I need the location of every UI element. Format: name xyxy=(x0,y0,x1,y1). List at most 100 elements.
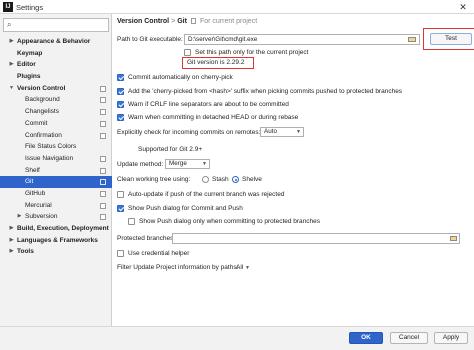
incoming-commits-select[interactable]: Auto ▼ xyxy=(260,127,304,137)
cherry-picked-suffix-checkbox[interactable] xyxy=(117,88,124,95)
sidebar-item-label: Appearance & Behavior xyxy=(17,38,91,45)
chevron-right-icon[interactable]: ▶ xyxy=(8,246,15,258)
sidebar-item-editor[interactable]: ▶ Editor xyxy=(0,59,112,71)
filter-update-dropdown[interactable]: All ▼ xyxy=(236,264,250,271)
path-label: Path to Git executable: xyxy=(117,36,183,43)
project-scope-icon xyxy=(100,120,106,127)
sidebar-item-label: Background xyxy=(25,96,60,104)
warn-crlf-label: Warn if CRLF line separators are about t… xyxy=(128,101,289,108)
test-button[interactable]: Test xyxy=(430,33,472,45)
stash-radio[interactable] xyxy=(202,176,209,183)
chevron-down-icon: ▼ xyxy=(245,265,250,271)
settings-tree: ▶ Appearance & Behavior Keymap ▶ Editor … xyxy=(0,36,112,258)
project-scope-icon xyxy=(100,97,106,104)
window-title: Settings xyxy=(16,3,44,12)
git-path-input[interactable]: D:\server\Git\cmd\git.exe xyxy=(184,34,420,45)
sidebar-item-label: Plugins xyxy=(17,73,41,81)
auto-update-label: Auto-update if push of the current branc… xyxy=(128,191,285,198)
sidebar-item-keymap[interactable]: Keymap xyxy=(0,48,112,60)
git-settings-panel: Version Control > Git For current project P… xyxy=(112,14,474,326)
show-push-checkbox[interactable] xyxy=(117,205,124,212)
cancel-button[interactable]: Cancel xyxy=(390,332,428,344)
chevron-right-icon[interactable]: ▶ xyxy=(8,36,15,48)
update-method-label: Update method: xyxy=(117,161,164,168)
auto-update-checkbox[interactable] xyxy=(117,191,124,198)
commit-cherry-pick-checkbox[interactable] xyxy=(117,74,124,81)
supported-note: Supported for Git 2.9+ xyxy=(138,146,203,153)
expand-field-icon[interactable] xyxy=(450,236,457,241)
breadcrumb-separator: > xyxy=(171,18,176,25)
sidebar-item-mercurial[interactable]: Mercurial xyxy=(0,200,112,212)
sidebar-item-label: Shelf xyxy=(25,166,40,174)
sidebar-item-appearance[interactable]: ▶ Appearance & Behavior xyxy=(0,36,112,48)
warn-crlf-checkbox[interactable] xyxy=(117,101,124,108)
chevron-right-icon[interactable]: ▶ xyxy=(8,223,15,235)
sidebar-item-label: Build, Execution, Deployment xyxy=(17,225,109,232)
update-method-value: Merge xyxy=(169,160,187,167)
sidebar-item-github[interactable]: GitHub xyxy=(0,188,112,200)
sidebar-item-label: Mercurial xyxy=(25,201,52,209)
sidebar-item-subversion[interactable]: ▶ Subversion xyxy=(0,211,112,223)
sidebar-item-label: Confirmation xyxy=(25,131,62,139)
chevron-right-icon[interactable]: ▶ xyxy=(8,235,15,247)
sidebar-item-label: File Status Colors xyxy=(25,143,77,151)
show-push-protected-label: Show Push dialog only when committing to… xyxy=(139,218,321,225)
ok-button[interactable]: OK xyxy=(349,332,383,344)
chevron-down-icon: ▼ xyxy=(296,129,301,135)
sidebar-item-label: Changelists xyxy=(25,108,59,116)
sidebar-item-label: Tools xyxy=(17,248,34,256)
app-icon: IJ xyxy=(3,2,13,12)
sidebar-item-label: Languages & Frameworks xyxy=(17,236,98,244)
chevron-down-icon[interactable]: ▼ xyxy=(8,83,15,95)
project-scope-icon xyxy=(100,179,106,186)
sidebar-item-changelists[interactable]: Changelists xyxy=(0,106,112,118)
project-scope-icon xyxy=(100,167,106,174)
project-scope-icon xyxy=(100,132,106,139)
sidebar-item-git[interactable]: Git xyxy=(0,176,112,188)
warn-detached-checkbox[interactable] xyxy=(117,114,124,121)
apply-button[interactable]: Apply xyxy=(434,332,468,344)
sidebar-item-commit[interactable]: Commit xyxy=(0,118,112,130)
sidebar-item-label: Commit xyxy=(25,119,48,127)
sidebar-item-shelf[interactable]: Shelf xyxy=(0,165,112,177)
shelve-radio[interactable] xyxy=(232,176,239,183)
sidebar-item-label: Version Control xyxy=(17,84,66,92)
sidebar-item-build[interactable]: ▶ Build, Execution, Deployment xyxy=(0,223,112,235)
protected-branches-input[interactable] xyxy=(172,233,460,244)
sidebar-item-version-control[interactable]: ▼ Version Control xyxy=(0,83,112,95)
set-path-checkbox[interactable] xyxy=(184,49,191,56)
sidebar-item-issue-navigation[interactable]: Issue Navigation xyxy=(0,153,112,165)
sidebar-item-label: Issue Navigation xyxy=(25,154,74,162)
show-push-label: Show Push dialog for Commit and Push xyxy=(128,205,243,212)
incoming-commits-label: Explicitly check for incoming commits on… xyxy=(117,129,261,136)
breadcrumb-version-control: Version Control xyxy=(117,18,170,25)
sidebar-item-file-status-colors[interactable]: File Status Colors xyxy=(0,141,112,153)
sidebar-item-plugins[interactable]: Plugins xyxy=(0,71,112,83)
show-push-protected-checkbox[interactable] xyxy=(128,218,135,225)
project-scope-icon xyxy=(100,109,106,116)
sidebar-item-tools[interactable]: ▶ Tools xyxy=(0,246,112,258)
search-input[interactable]: ⌕ xyxy=(3,18,109,32)
git-version-text: Git version is 2.29.2 xyxy=(187,59,245,66)
chevron-right-icon[interactable]: ▶ xyxy=(16,211,23,223)
project-scope-icon xyxy=(100,190,106,197)
filter-update-label: Filter Update Project information by pat… xyxy=(117,264,239,271)
close-icon[interactable]: ✕ xyxy=(458,3,468,12)
sidebar-item-label: Git xyxy=(25,178,34,186)
chevron-right-icon[interactable]: ▶ xyxy=(8,59,15,71)
sidebar-item-languages[interactable]: ▶ Languages & Frameworks xyxy=(0,235,112,247)
breadcrumb: Version Control > Git For current project xyxy=(117,18,257,25)
protected-branches-label: Protected branches: xyxy=(117,235,176,242)
project-scope-icon xyxy=(100,214,106,221)
project-scope-icon xyxy=(100,155,106,162)
chevron-down-icon: ▼ xyxy=(202,161,207,167)
update-method-select[interactable]: Merge ▼ xyxy=(165,159,210,169)
sidebar-item-background[interactable]: Background xyxy=(0,94,112,106)
folder-icon[interactable] xyxy=(408,37,416,42)
breadcrumb-scope-note: For current project xyxy=(199,18,258,25)
shelve-label: Shelve xyxy=(242,176,262,183)
clean-tree-label: Clean working tree using: xyxy=(117,176,191,183)
credential-helper-checkbox[interactable] xyxy=(117,250,124,257)
sidebar-item-confirmation[interactable]: Confirmation xyxy=(0,130,112,142)
breadcrumb-git: Git xyxy=(177,18,187,25)
